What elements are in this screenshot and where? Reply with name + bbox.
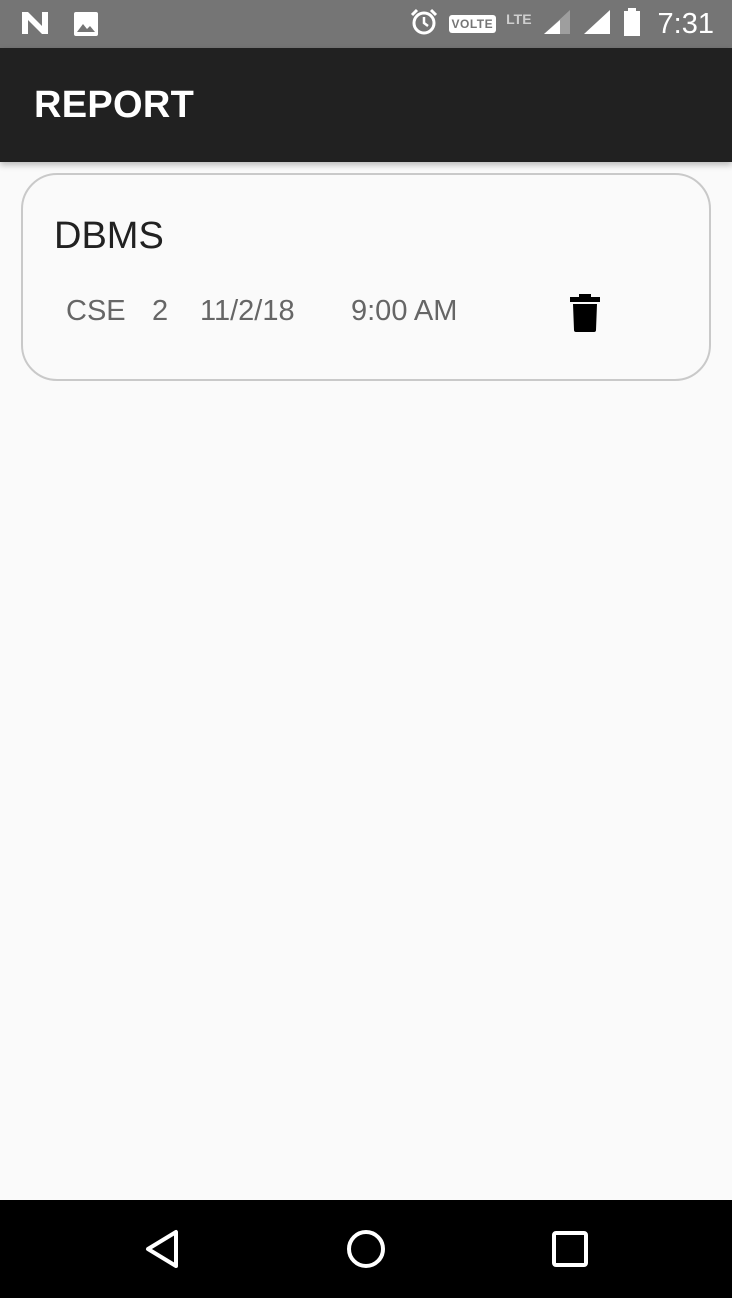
- app-bar: REPORT: [0, 48, 732, 162]
- home-icon: [344, 1230, 388, 1275]
- alarm-icon: [409, 7, 439, 42]
- notification-n-icon: [20, 10, 50, 43]
- volte-badge: VOLTE: [448, 15, 497, 33]
- card-section: 2: [152, 295, 169, 327]
- status-clock: 7:31: [657, 7, 714, 40]
- card-branch: CSE: [66, 295, 126, 327]
- battery-icon: [622, 7, 642, 42]
- status-left-icons: [20, 10, 100, 43]
- card-subject: DBMS: [54, 215, 164, 257]
- recents-icon: [548, 1231, 592, 1275]
- trash-icon: [569, 294, 601, 337]
- page-title: REPORT: [34, 84, 195, 126]
- home-button[interactable]: [344, 1227, 388, 1271]
- screen: VOLTE LTE 7:31 REPORT DBMS CSE 2 11/2/18…: [0, 0, 732, 1298]
- delete-button[interactable]: [569, 293, 605, 335]
- status-right-icons: VOLTE LTE 7:31: [409, 7, 714, 42]
- status-bar: VOLTE LTE 7:31: [0, 0, 732, 48]
- back-button[interactable]: [142, 1227, 186, 1271]
- signal-icon-1: [542, 8, 572, 41]
- navigation-bar: [0, 1200, 732, 1298]
- lte-indicator: LTE: [506, 11, 532, 27]
- back-icon: [142, 1230, 186, 1275]
- card-date: 11/2/18: [200, 295, 295, 327]
- recents-button[interactable]: [548, 1227, 592, 1271]
- signal-icon-2: [582, 8, 612, 41]
- image-icon: [72, 10, 100, 43]
- report-card[interactable]: DBMS CSE 2 11/2/18 9:00 AM: [21, 173, 711, 381]
- card-time: 9:00 AM: [351, 295, 458, 327]
